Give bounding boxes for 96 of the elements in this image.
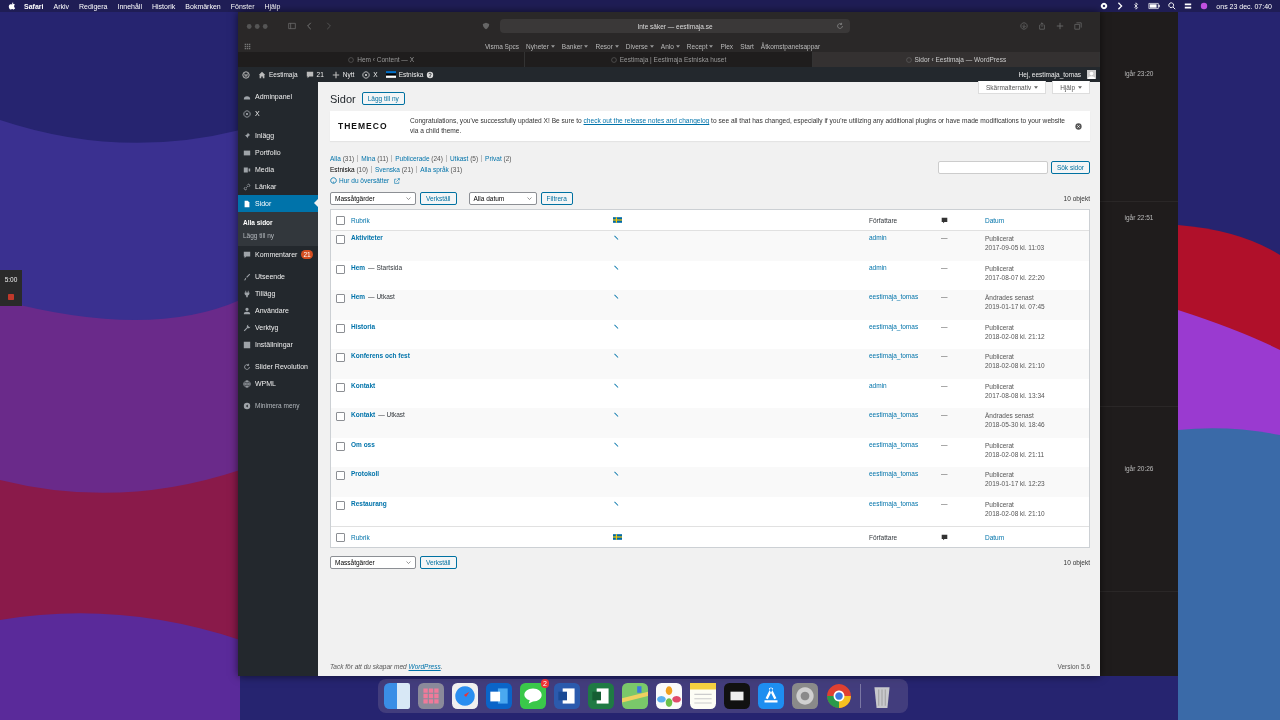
- orb-icon[interactable]: [1200, 2, 1209, 10]
- comment-icon: [941, 533, 948, 541]
- checkbox[interactable]: [336, 441, 345, 451]
- toggles-icon[interactable]: [1184, 2, 1193, 10]
- wrench-icon: [243, 323, 251, 332]
- external-link-icon: [394, 177, 401, 184]
- media-icon: [243, 165, 251, 174]
- window-controls[interactable]: [246, 22, 270, 30]
- flag-icon: [385, 71, 396, 78]
- search-field[interactable]: [937, 161, 1048, 174]
- home-icon: [258, 70, 266, 79]
- settings-icon[interactable]: [1100, 2, 1109, 10]
- checkbox[interactable]: [336, 264, 345, 274]
- mail-app-icon[interactable]: [486, 683, 512, 709]
- help-icon: [426, 70, 435, 79]
- map-icon[interactable]: [622, 683, 648, 709]
- brush-icon: [243, 272, 251, 281]
- user-icon: [243, 306, 251, 315]
- checkbox[interactable]: [336, 294, 345, 303]
- pencil-icon[interactable]: [613, 294, 619, 300]
- pencil-icon[interactable]: [613, 264, 619, 271]
- caret-icon: [584, 44, 589, 48]
- bluetooth-icon[interactable]: [1132, 2, 1141, 10]
- battery-icon[interactable]: [1148, 2, 1161, 10]
- back-icon[interactable]: [306, 22, 314, 30]
- checkbox[interactable]: [336, 500, 345, 510]
- flower-icon[interactable]: [656, 683, 682, 709]
- avatar-icon: [1087, 70, 1096, 79]
- flag-icon: [613, 217, 622, 223]
- pencil-icon[interactable]: [613, 412, 619, 418]
- pencil-icon[interactable]: [613, 323, 619, 330]
- grid-icon[interactable]: [418, 683, 444, 709]
- comment-icon: [305, 70, 314, 79]
- chevron-icon: [406, 197, 411, 200]
- tv-icon[interactable]: [724, 683, 750, 709]
- checkbox[interactable]: [336, 471, 345, 480]
- download-icon[interactable]: [1020, 22, 1028, 30]
- caret-icon: [1034, 85, 1039, 89]
- pin-icon: [243, 131, 251, 140]
- flag-icon: [613, 534, 622, 540]
- shield-icon[interactable]: [482, 22, 490, 30]
- pencil-icon[interactable]: [613, 382, 619, 389]
- help-icon: [330, 177, 337, 184]
- plug-icon: [243, 289, 251, 298]
- split-square-icon[interactable]: [384, 683, 410, 709]
- tabs-overview-icon[interactable]: [1074, 22, 1082, 30]
- sidebar-icon[interactable]: [288, 22, 296, 30]
- close-icon[interactable]: [1075, 122, 1082, 130]
- globe-icon: [243, 379, 251, 388]
- notepad-icon[interactable]: [690, 683, 716, 709]
- chevron-icon: [406, 561, 411, 564]
- document-app-icon[interactable]: [554, 683, 580, 709]
- caret-icon: [550, 44, 555, 48]
- reload-icon: [836, 22, 844, 30]
- caret-icon: [709, 44, 714, 48]
- checkbox[interactable]: [336, 353, 345, 362]
- chevron-icon: [526, 197, 532, 200]
- share-icon[interactable]: [1038, 22, 1046, 30]
- link-icon: [243, 182, 251, 191]
- comment-icon: [941, 216, 948, 224]
- pencil-icon[interactable]: [613, 441, 619, 448]
- page-icon: [243, 199, 251, 208]
- circle-logo-icon[interactable]: [826, 683, 852, 709]
- page-title: Sidor: [330, 92, 356, 105]
- settings-icon: [243, 340, 251, 349]
- image-icon: [243, 148, 251, 157]
- apple-logo-icon[interactable]: [8, 2, 16, 10]
- checkbox[interactable]: [336, 235, 345, 244]
- pencil-icon[interactable]: [613, 471, 619, 477]
- caret-icon: [675, 44, 680, 48]
- store-icon[interactable]: [758, 683, 784, 709]
- grid-icon[interactable]: [244, 42, 251, 50]
- themeco-logo: THEMECO: [338, 121, 389, 131]
- chat-bubble-icon[interactable]: [520, 683, 546, 709]
- checkbox[interactable]: [336, 382, 345, 392]
- checkbox[interactable]: [336, 323, 345, 333]
- refresh-icon: [243, 362, 251, 371]
- spreadsheet-app-icon[interactable]: [588, 683, 614, 709]
- chevron-icon[interactable]: [1116, 2, 1125, 10]
- caret-icon: [1078, 85, 1082, 89]
- checkbox[interactable]: [336, 215, 345, 225]
- pencil-icon[interactable]: [613, 235, 619, 241]
- checkbox[interactable]: [336, 412, 345, 421]
- plus-icon[interactable]: [1056, 22, 1064, 30]
- comment-icon: [243, 250, 251, 259]
- compass-icon[interactable]: [452, 683, 478, 709]
- checkbox[interactable]: [336, 532, 345, 542]
- caret-icon: [649, 44, 654, 48]
- gear-icon[interactable]: [792, 683, 818, 709]
- pencil-icon[interactable]: [613, 500, 619, 507]
- stop-icon[interactable]: [8, 294, 14, 301]
- plus-icon: [331, 70, 340, 79]
- pencil-icon[interactable]: [613, 353, 619, 359]
- search-icon[interactable]: [1168, 2, 1177, 10]
- caret-icon: [614, 44, 619, 48]
- collapse-icon: [243, 401, 251, 410]
